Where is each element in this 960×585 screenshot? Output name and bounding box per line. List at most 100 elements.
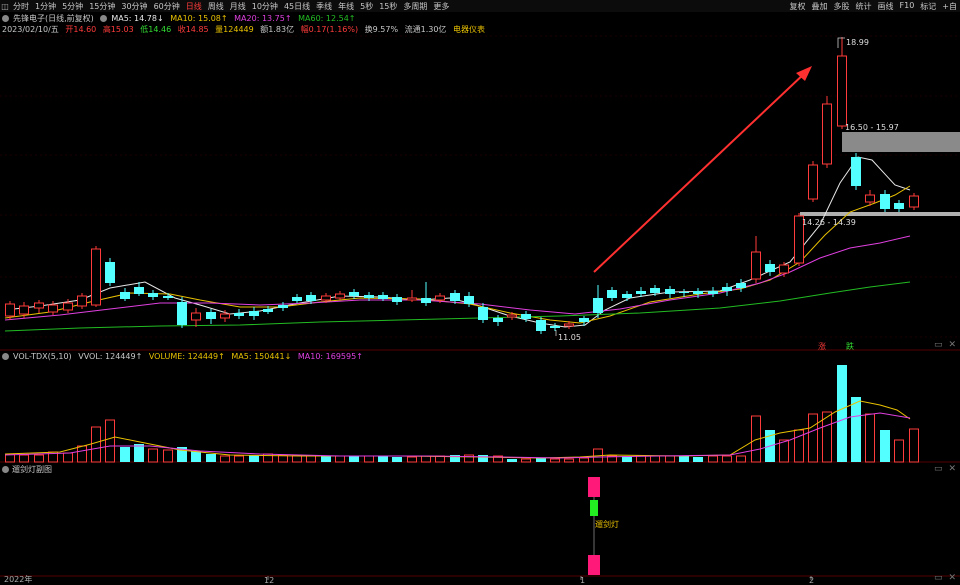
volume-bar <box>507 459 517 462</box>
close-icon[interactable]: ✕ <box>948 340 956 350</box>
candle-body <box>650 288 660 293</box>
x-axis-label-feb: 2 <box>809 576 815 585</box>
candle-body <box>349 292 359 296</box>
candle-body <box>435 295 445 301</box>
volume-bar <box>321 456 331 462</box>
vol-ma5-value: MA5: 150441↓ <box>231 352 292 361</box>
volume-bar <box>148 448 158 463</box>
x-axis-label-dec: 12 <box>264 576 275 585</box>
volume-bar <box>564 458 574 463</box>
candle-body <box>148 293 158 297</box>
candle-body <box>77 295 87 307</box>
minimize-icon[interactable]: ▭ <box>934 464 943 474</box>
candle-body <box>665 289 675 294</box>
zone-upper-label: 16.50 - 15.97 <box>845 123 899 132</box>
candle-body <box>220 313 230 319</box>
close-icon[interactable]: ✕ <box>948 464 956 474</box>
volume-bar <box>392 457 402 462</box>
trend-arrow-shaft <box>593 71 807 273</box>
signal-label: 遛剑灯 <box>595 520 619 529</box>
volume-bar <box>478 455 488 462</box>
minimize-icon[interactable]: ▭ <box>934 340 943 350</box>
volume-bar <box>120 447 130 462</box>
volume-bar <box>909 428 919 463</box>
volume-bar <box>19 454 29 463</box>
candle-body <box>249 311 259 316</box>
settings-dot-icon[interactable] <box>2 353 9 360</box>
candlesticks <box>5 37 919 334</box>
candle-body <box>306 295 316 301</box>
candle-body <box>708 291 718 294</box>
candle-body <box>779 264 789 274</box>
vol-ma10-value: MA10: 169595↑ <box>297 352 363 361</box>
candle-body <box>880 194 890 209</box>
candle-body <box>191 312 201 321</box>
volume-bar <box>421 455 431 463</box>
minimize-icon[interactable]: ▭ <box>934 573 943 583</box>
volume-bar <box>636 455 646 463</box>
high-price-label: 18.99 <box>846 38 869 47</box>
candle-body <box>493 318 503 322</box>
candle-body <box>292 297 302 301</box>
candle-body <box>177 302 187 325</box>
volume-bar <box>77 445 87 463</box>
volume-bar <box>249 455 259 462</box>
volume-bar <box>579 457 589 463</box>
rise-tag: 涨 <box>818 342 826 351</box>
vvol-value: VVOL: 124449↑ <box>78 352 143 361</box>
volume-value: VOLUME: 124449↑ <box>148 352 225 361</box>
volume-bars <box>5 365 919 463</box>
volume-bar <box>837 365 847 462</box>
volume-bar <box>364 455 374 463</box>
candle-body <box>636 291 646 294</box>
low-price-label: 11.05 <box>558 333 581 342</box>
candle-body <box>837 55 847 127</box>
candle-body <box>464 296 474 304</box>
volume-bar <box>550 458 560 463</box>
fall-tag: 跌 <box>846 342 854 351</box>
signal-bar-green <box>590 500 598 516</box>
volume-bar <box>536 458 546 462</box>
candle-body <box>679 292 689 293</box>
candle-body <box>736 283 746 288</box>
kline-chart[interactable] <box>0 0 960 585</box>
candle-body <box>278 305 288 308</box>
volume-bar <box>206 454 216 462</box>
volume-bar <box>163 449 173 463</box>
candle-body <box>722 287 732 291</box>
trend-arrow <box>593 66 812 273</box>
volume-bar <box>650 455 660 463</box>
volume-bar <box>191 451 201 462</box>
volume-bar <box>708 455 718 463</box>
volume-bar <box>34 454 44 463</box>
candle-body <box>851 157 861 186</box>
volume-bar <box>234 455 244 463</box>
indicator-panel-controls: ▭ ✕ <box>928 573 956 583</box>
candle-body <box>550 326 560 328</box>
main-panel-controls: ▭ ✕ <box>928 340 956 350</box>
volume-bar <box>880 430 890 462</box>
volume-bar <box>851 397 861 462</box>
candle-body <box>378 295 388 299</box>
close-icon[interactable]: ✕ <box>948 573 956 583</box>
candle-body <box>579 318 589 322</box>
candle-body <box>450 293 460 301</box>
candle-body <box>206 312 216 319</box>
candle-body <box>63 302 73 311</box>
candle-body <box>693 291 703 294</box>
x-axis-label-year: 2022年 <box>4 575 33 584</box>
candle-body <box>48 304 58 313</box>
indicator-legend: 遛剑灯副图 <box>2 464 52 475</box>
candle-body <box>263 309 273 312</box>
volume-bar <box>693 457 703 462</box>
volume-bar <box>865 413 875 463</box>
candle-body <box>364 295 374 298</box>
volume-bar <box>378 456 388 462</box>
settings-dot-icon[interactable] <box>2 466 9 473</box>
volume-bar <box>665 455 675 463</box>
candle-body <box>536 320 546 331</box>
candle-body <box>234 313 244 316</box>
candle-body <box>421 298 431 303</box>
candle-body <box>5 303 15 317</box>
candle-body <box>478 307 488 320</box>
